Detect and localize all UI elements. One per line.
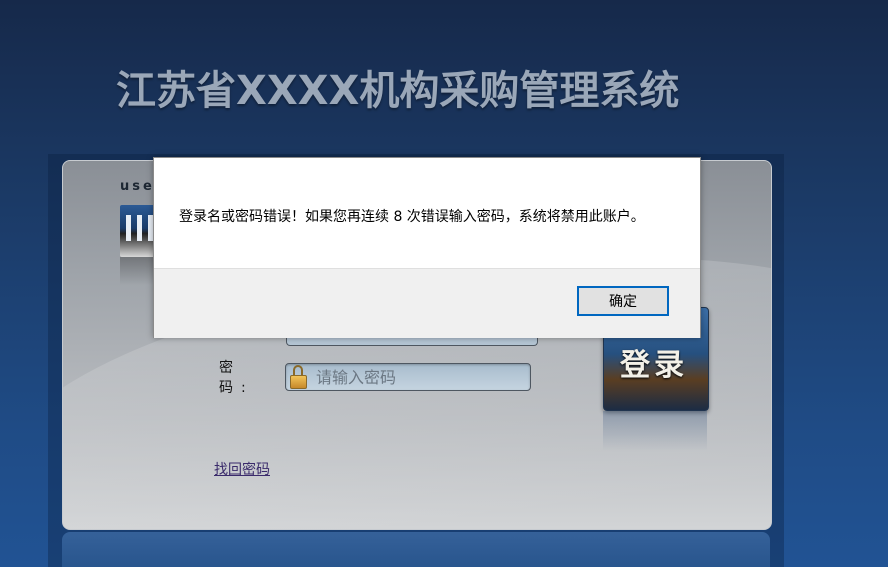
forgot-password-link[interactable]: 找回密码	[214, 459, 270, 479]
user-label: use	[120, 179, 155, 194]
password-label: 密 码:	[219, 360, 254, 396]
logo-bar	[137, 215, 142, 241]
dialog-footer: 确定	[154, 268, 700, 338]
logo-bar	[126, 215, 131, 241]
password-field-box[interactable]	[285, 363, 531, 391]
password-row: 密 码:	[219, 360, 531, 396]
password-input[interactable]	[314, 366, 528, 388]
lock-icon	[290, 365, 308, 389]
login-button-label: 登录	[620, 348, 688, 383]
panel-reflection	[62, 532, 770, 567]
page-title: 江苏省XXXX机构采购管理系统	[116, 68, 680, 114]
alert-dialog: 登录名或密码错误！如果您再连续 8 次错误输入密码，系统将禁用此账户。 确定	[153, 157, 701, 338]
ok-button[interactable]: 确定	[577, 286, 669, 316]
login-button-reflection	[603, 411, 707, 451]
dialog-message: 登录名或密码错误！如果您再连续 8 次错误输入密码，系统将禁用此账户。	[179, 209, 645, 225]
